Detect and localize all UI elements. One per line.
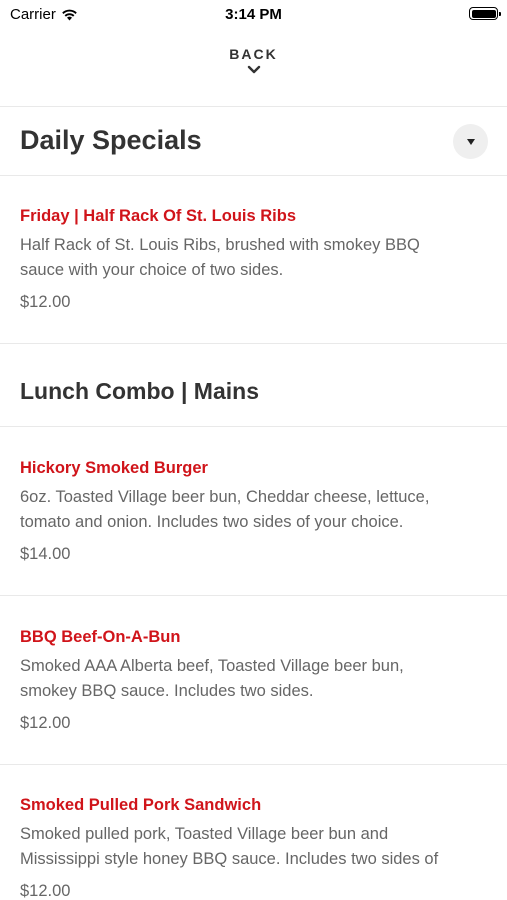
menu-item-description-line: Smoked pulled pork, Toasted Village beer…: [20, 825, 389, 843]
menu-item[interactable]: Smoked Pulled Pork Sandwich Smoked pulle…: [20, 794, 490, 900]
menu-item-description: Smoked pulled pork, Toasted Village beer…: [20, 822, 490, 872]
back-button[interactable]: BACK: [0, 46, 507, 75]
menu-item-description: 6oz. Toasted Village beer bun, Cheddar c…: [20, 485, 490, 535]
item-divider: [0, 343, 507, 344]
menu-item-name: Friday | Half Rack Of St. Louis Ribs: [20, 207, 297, 225]
menu-item-description-line: 6oz. Toasted Village beer bun, Cheddar c…: [20, 488, 430, 506]
menu-item-price: $12.00: [20, 714, 71, 732]
menu-item-description-line: Mississippi style honey BBQ sauce. Inclu…: [20, 850, 439, 868]
menu-item[interactable]: Friday | Half Rack Of St. Louis Ribs Hal…: [20, 205, 490, 313]
back-label: BACK: [229, 46, 278, 62]
section-dropdown-button[interactable]: [453, 124, 488, 159]
caret-down-icon: [466, 138, 475, 145]
menu-item-name: Hickory Smoked Burger: [20, 459, 208, 477]
section-title-daily-specials: Daily Specials: [20, 125, 202, 155]
menu-item-description-line: smokey BBQ sauce. Includes two sides.: [20, 682, 314, 700]
status-bar: Carrier 3:14 PM: [0, 0, 507, 28]
header-divider: [0, 106, 507, 107]
battery-icon: [469, 7, 501, 20]
menu-item-price: $14.00: [20, 545, 71, 563]
section-divider: [0, 175, 507, 176]
item-divider: [0, 595, 507, 596]
menu-item-price: $12.00: [20, 882, 71, 900]
menu-item-description-line: Smoked AAA Alberta beef, Toasted Village…: [20, 657, 404, 675]
menu-item-name: Smoked Pulled Pork Sandwich: [20, 796, 262, 814]
menu-item-description-line: Half Rack of St. Louis Ribs, brushed wit…: [20, 236, 420, 254]
menu-item-description: Smoked AAA Alberta beef, Toasted Village…: [20, 654, 490, 704]
clock: 3:14 PM: [225, 6, 282, 23]
chevron-down-icon: [247, 65, 260, 74]
menu-item-description-line: sauce with your choice of two sides.: [20, 261, 284, 279]
menu-item-description-line: tomato and onion. Includes two sides of …: [20, 513, 404, 531]
menu-item-description: Half Rack of St. Louis Ribs, brushed wit…: [20, 233, 490, 283]
menu-item-price: $12.00: [20, 293, 71, 311]
section-divider: [0, 426, 507, 427]
item-divider: [0, 764, 507, 765]
section-title-lunch-combo: Lunch Combo | Mains: [20, 378, 259, 404]
menu-item[interactable]: BBQ Beef-On-A-Bun Smoked AAA Alberta bee…: [20, 626, 490, 734]
menu-item[interactable]: Hickory Smoked Burger 6oz. Toasted Villa…: [20, 457, 490, 565]
menu-item-name: BBQ Beef-On-A-Bun: [20, 628, 181, 646]
